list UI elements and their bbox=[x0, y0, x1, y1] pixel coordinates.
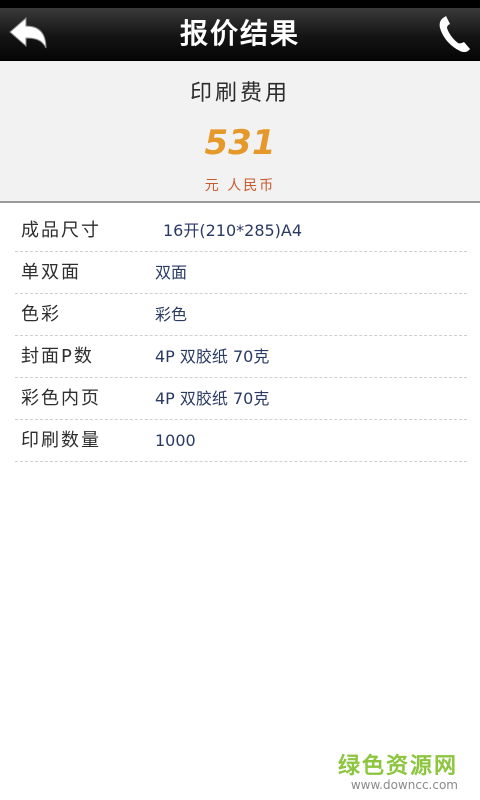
status-bar bbox=[0, 0, 480, 8]
price-value: 531 bbox=[204, 123, 276, 163]
detail-value: 彩色 bbox=[155, 305, 188, 324]
back-button[interactable] bbox=[6, 12, 52, 56]
title-bar: 报价结果 bbox=[0, 8, 480, 61]
phone-icon bbox=[439, 16, 470, 53]
detail-value: 16开(210*285)A4 bbox=[163, 221, 303, 240]
detail-row-size: 成品尺寸 16开(210*285)A4 bbox=[15, 210, 467, 252]
back-arrow-icon bbox=[9, 16, 47, 49]
detail-label: 单双面 bbox=[21, 262, 81, 283]
screen: 报价结果 印刷费用 531 元 人民币 成品尺寸 16开(210*285)A4 … bbox=[0, 0, 480, 800]
quote-summary: 印刷费用 531 元 人民币 bbox=[0, 61, 480, 203]
detail-label: 印刷数量 bbox=[21, 430, 101, 451]
watermark: 绿色资源网 www.downcc.com bbox=[338, 748, 458, 792]
detail-label: 色彩 bbox=[21, 304, 61, 325]
detail-label: 成品尺寸 bbox=[21, 220, 101, 241]
detail-label: 封面P数 bbox=[21, 346, 94, 367]
detail-value: 1000 bbox=[155, 431, 196, 450]
summary-label: 印刷费用 bbox=[189, 81, 290, 106]
detail-row-inner-pages: 彩色内页 4P 双胶纸 70克 bbox=[15, 378, 467, 420]
detail-value: 双面 bbox=[155, 263, 188, 282]
watermark-main: 绿色资源网 bbox=[337, 754, 458, 779]
quote-details: 成品尺寸 16开(210*285)A4 单双面 双面 色彩 彩色 封面P数 4P… bbox=[15, 210, 467, 462]
detail-value: 4P 双胶纸 70克 bbox=[155, 347, 270, 366]
detail-row-sides: 单双面 双面 bbox=[15, 252, 467, 294]
detail-row-quantity: 印刷数量 1000 bbox=[15, 420, 467, 462]
detail-row-cover: 封面P数 4P 双胶纸 70克 bbox=[15, 336, 467, 378]
currency-label: 元 人民币 bbox=[204, 178, 276, 194]
phone-button[interactable] bbox=[434, 12, 474, 56]
page-title: 报价结果 bbox=[179, 17, 300, 50]
detail-value: 4P 双胶纸 70克 bbox=[155, 389, 270, 408]
detail-row-color: 色彩 彩色 bbox=[15, 294, 467, 336]
detail-label: 彩色内页 bbox=[21, 388, 101, 409]
watermark-url: www.downcc.com bbox=[350, 778, 458, 792]
